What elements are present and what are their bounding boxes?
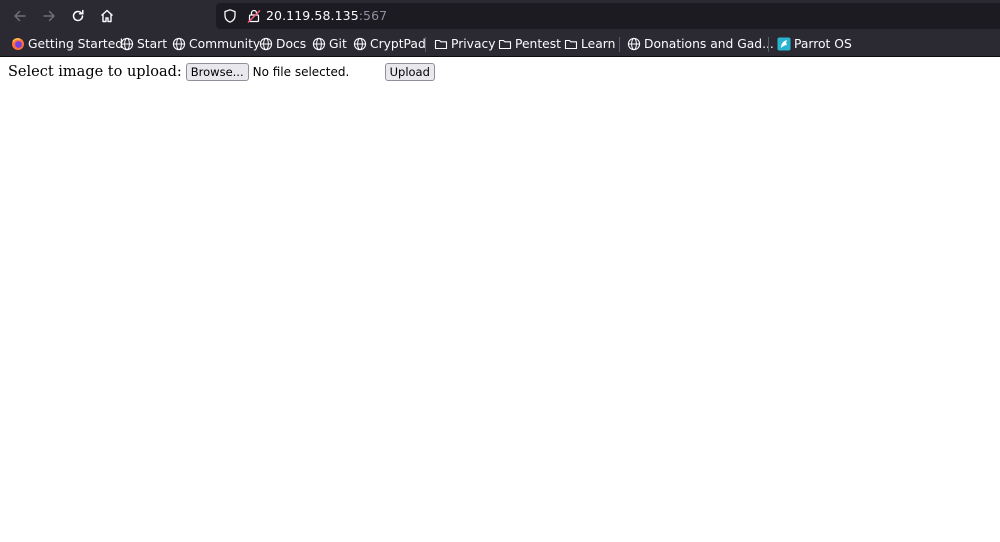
page-content: Select image to upload: Browse... No fil… [0, 57, 1000, 542]
bookmark-git[interactable]: Git [312, 36, 347, 52]
bookmarks-separator [425, 37, 426, 52]
home-button[interactable] [93, 2, 121, 30]
bookmark-label: CryptPad [370, 37, 426, 51]
upload-button[interactable]: Upload [384, 63, 435, 81]
shield-icon[interactable] [222, 8, 238, 28]
globe-icon [259, 37, 273, 51]
globe-icon [627, 37, 641, 51]
bookmark-parrot-os[interactable]: Parrot OS [777, 36, 852, 52]
bookmark-label: Docs [276, 37, 307, 51]
lock-insecure-icon[interactable] [246, 8, 262, 28]
bookmark-label: Donations and Gad... [644, 37, 774, 51]
home-icon [101, 9, 113, 23]
globe-icon [353, 37, 367, 51]
bookmarks-separator [768, 37, 769, 52]
browser-window: 20.119.58.135:567 Getting Started Start [0, 0, 1000, 542]
bookmark-label: Community [189, 37, 261, 51]
url-host: 20.119.58.135 [266, 8, 359, 23]
bookmark-getting-started[interactable]: Getting Started [11, 36, 123, 52]
firefox-icon [11, 37, 25, 51]
bookmarks-separator [619, 37, 620, 52]
bookmarks-toolbar: Getting Started Start Community Docs Git [0, 32, 1000, 57]
bookmark-community[interactable]: Community [172, 36, 260, 52]
bookmark-cryptpad[interactable]: CryptPad [353, 36, 426, 52]
bookmark-donations[interactable]: Donations and Gad... [627, 36, 774, 52]
bookmark-label: Getting Started [28, 37, 124, 51]
bookmark-folder-privacy[interactable]: Privacy [434, 36, 496, 52]
arrow-left-icon [14, 10, 26, 22]
parrot-icon [777, 37, 791, 51]
bookmark-docs[interactable]: Docs [259, 36, 306, 52]
bookmark-label: Start [137, 37, 168, 51]
folder-icon [434, 37, 448, 51]
bookmark-label: Learn [581, 37, 616, 51]
upload-form: Select image to upload: Browse... No fil… [8, 63, 435, 81]
folder-icon [498, 37, 512, 51]
folder-icon [564, 37, 578, 51]
file-status-text: No file selected. [252, 65, 350, 79]
url-port: :567 [358, 8, 388, 23]
reload-icon [72, 9, 84, 22]
bookmark-folder-pentest[interactable]: Pentest [498, 36, 561, 52]
bookmark-start[interactable]: Start [120, 36, 167, 52]
bookmark-label: Git [329, 37, 347, 51]
bookmark-label: Parrot OS [794, 37, 852, 51]
globe-icon [312, 37, 326, 51]
back-button[interactable] [6, 2, 34, 30]
globe-icon [120, 37, 134, 51]
reload-button[interactable] [64, 2, 92, 30]
upload-label: Select image to upload: [8, 64, 182, 80]
browse-button[interactable]: Browse... [185, 63, 249, 81]
globe-icon [172, 37, 186, 51]
forward-button[interactable] [35, 2, 63, 30]
arrow-right-icon [43, 10, 55, 22]
bookmark-label: Pentest [515, 37, 561, 51]
address-bar[interactable]: 20.119.58.135:567 [216, 3, 1000, 29]
url-text[interactable]: 20.119.58.135:567 [266, 8, 387, 23]
navigation-toolbar: 20.119.58.135:567 [0, 0, 1000, 32]
bookmark-folder-learn[interactable]: Learn [564, 36, 615, 52]
bookmark-label: Privacy [451, 37, 496, 51]
